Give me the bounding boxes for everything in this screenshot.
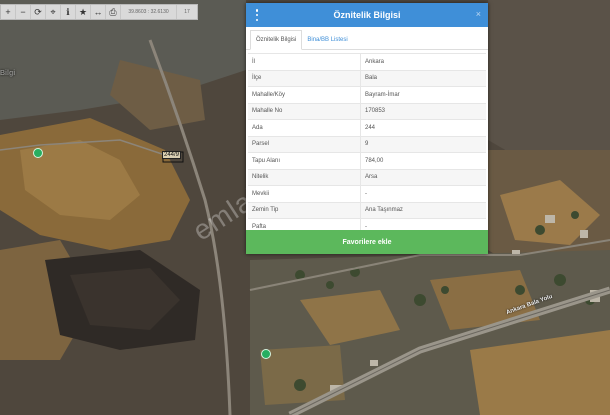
measure-icon[interactable]: ↔: [91, 5, 106, 19]
row-key: İl: [248, 53, 361, 70]
table-row: Ada 244: [248, 119, 486, 136]
refresh-icon[interactable]: ⟳: [31, 5, 46, 19]
row-key: Mahalle/Köy: [248, 86, 361, 103]
row-value: 170853: [360, 102, 486, 120]
coordinate-readout: 39.8603 : 32.6130: [121, 5, 177, 19]
row-value: Bala: [360, 69, 486, 87]
map-label-bilgi: Bilgi: [0, 70, 16, 77]
parcel-label[interactable]: 244/9: [162, 151, 182, 159]
print-icon[interactable]: ⎙: [106, 5, 121, 19]
map-pin[interactable]: [33, 148, 43, 158]
table-row: Tapu Alanı 784,00: [248, 152, 486, 169]
table-row: Mahalle No 170853: [248, 102, 486, 120]
table-row: İl Ankara: [248, 53, 486, 70]
locate-icon[interactable]: ⌖: [46, 5, 61, 19]
row-value: Bayram-İmar: [360, 86, 486, 103]
row-key: İlçe: [248, 69, 361, 87]
zoom-in-icon[interactable]: +: [1, 5, 16, 19]
row-key: Nitelik: [248, 168, 361, 186]
zoom-out-icon[interactable]: −: [16, 5, 31, 19]
table-row: İlçe Bala: [248, 69, 486, 87]
star-icon[interactable]: ★: [76, 5, 91, 19]
row-value: Ana Taşınmaz: [360, 201, 486, 219]
panel-header: Öznitelik Bilgisi ×: [246, 3, 488, 27]
attribute-panel: Öznitelik Bilgisi × Öznitelik Bilgisi Bi…: [246, 3, 488, 254]
info-icon[interactable]: ℹ: [61, 5, 76, 19]
row-key: Parsel: [248, 135, 361, 153]
table-row: Parsel 9: [248, 135, 486, 153]
row-value: Arsa: [360, 168, 486, 186]
map-pin[interactable]: [261, 349, 271, 359]
row-value: 9: [360, 135, 486, 153]
zoom-level: 17: [184, 9, 190, 15]
attribute-table: İl Ankara İlçe Bala Mahalle/Köy Bayram-İmar…: [248, 53, 486, 235]
kebab-menu-icon[interactable]: [254, 9, 260, 21]
row-value: Ankara: [360, 53, 486, 70]
row-value: 244: [360, 119, 486, 136]
panel-tabs: Öznitelik Bilgisi Bina/BB Listesi: [246, 27, 488, 50]
map-toolbar: + − ⟳ ⌖ ℹ ★ ↔ ⎙ 39.8603 : 32.6130 17: [0, 4, 198, 20]
row-key: Zemin Tip: [248, 201, 361, 219]
table-row: Mevkii -: [248, 185, 486, 202]
row-key: Mevkii: [248, 185, 361, 202]
table-row: Nitelik Arsa: [248, 168, 486, 186]
row-key: Tapu Alanı: [248, 152, 361, 169]
tab-building-list[interactable]: Bina/BB Listesi: [302, 31, 352, 49]
row-value: -: [360, 185, 486, 202]
table-row: Mahalle/Köy Bayram-İmar: [248, 86, 486, 103]
add-to-favorites-button[interactable]: Favorilere ekle: [246, 230, 488, 254]
close-icon[interactable]: ×: [476, 9, 481, 19]
panel-title: Öznitelik Bilgisi: [333, 10, 401, 20]
table-row: Zemin Tip Ana Taşınmaz: [248, 201, 486, 219]
row-key: Ada: [248, 119, 361, 136]
row-value: 784,00: [360, 152, 486, 169]
row-key: Mahalle No: [248, 102, 361, 120]
tab-attributes[interactable]: Öznitelik Bilgisi: [250, 30, 303, 50]
